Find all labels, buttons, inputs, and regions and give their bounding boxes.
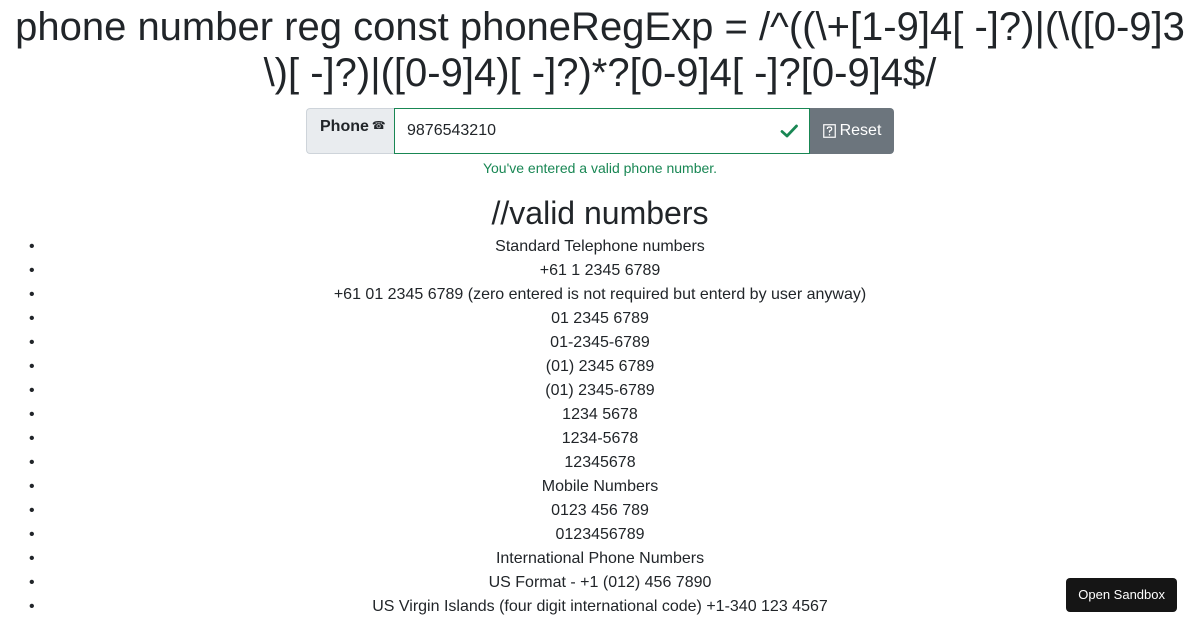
bullet: • xyxy=(29,310,35,327)
page-title: phone number reg const phoneRegExp = /^(… xyxy=(15,5,1185,95)
bullet: • xyxy=(29,382,35,399)
section-title: //valid numbers xyxy=(491,195,709,231)
bullet: • xyxy=(29,238,35,255)
valid-numbers-list: • Standard Telephone numbers • +61 1 2345 … xyxy=(0,235,1200,619)
phone-label-addon: Phone ☎ xyxy=(306,108,394,154)
bullet: • xyxy=(29,334,35,351)
list-item: • 0123 456 789 xyxy=(0,499,1200,523)
reset-label: Reset xyxy=(839,122,882,139)
list-item: • 12345678 xyxy=(0,451,1200,475)
valid-feedback: You've entered a valid phone number. xyxy=(482,160,718,176)
phone-form: Phone☎ Reset You've entered a valid phon… xyxy=(306,108,894,176)
reset-button[interactable]: Reset xyxy=(810,108,894,154)
phone-label: Phone xyxy=(320,118,369,135)
bullet: • xyxy=(29,574,35,591)
bullet: • xyxy=(29,454,35,471)
bullet: • xyxy=(29,406,35,423)
list-item: • 1234-5678 xyxy=(0,427,1200,451)
open-sandbox-button[interactable]: Open Sandbox xyxy=(1066,578,1177,612)
phone-field-wrapper xyxy=(394,108,810,154)
bullet: • xyxy=(29,286,35,303)
phone-input-group: Phone☎ Reset xyxy=(306,108,894,154)
bullet: • xyxy=(29,550,35,567)
list-item: • +61 01 2345 6789 (zero entered is not r… xyxy=(0,283,1200,307)
list-item: • (01) 2345 6789 xyxy=(0,355,1200,379)
bullet: • xyxy=(29,526,35,543)
list-item: • (01) 2345-6789 xyxy=(0,379,1200,403)
list-item: • Mobile Numbers xyxy=(0,475,1200,499)
bullet: • xyxy=(29,598,35,615)
bullet: • xyxy=(29,478,35,495)
list-item: • US Format - +1 (012) 456 7890 xyxy=(0,571,1200,595)
reset-icon xyxy=(822,124,836,138)
bullet: • xyxy=(29,358,35,375)
list-item: • +61 1 2345 6789 xyxy=(0,259,1200,283)
list-item: • International Phone Numbers xyxy=(0,547,1200,571)
bullet: • xyxy=(29,502,35,519)
bullet: • xyxy=(29,430,35,447)
list-item: • 01 2345 6789 xyxy=(0,307,1200,331)
bullet: • xyxy=(29,262,35,279)
list-item: • 0123456789 xyxy=(0,523,1200,547)
list-item: • US Virgin Islands (four digit internati… xyxy=(0,595,1200,619)
phone-input[interactable] xyxy=(407,122,779,140)
list-item: • Standard Telephone numbers xyxy=(0,235,1200,259)
phone-icon: ☎ xyxy=(371,120,386,132)
list-item: • 1234 5678 xyxy=(0,403,1200,427)
list-item: • 01-2345-6789 xyxy=(0,331,1200,355)
check-icon xyxy=(780,124,798,138)
